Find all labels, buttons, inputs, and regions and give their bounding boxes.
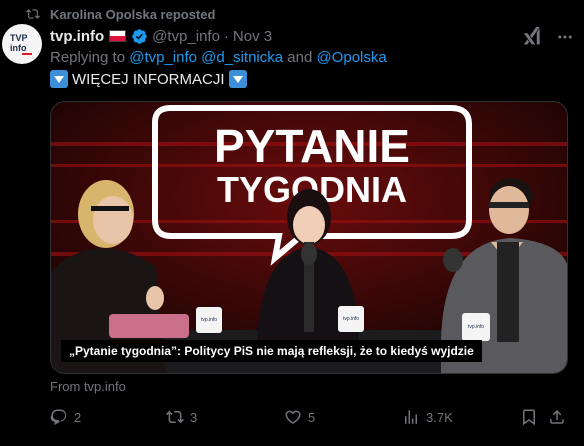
header-separator: · [223, 27, 229, 45]
views-chart-icon [405, 410, 417, 424]
replying-and: and [283, 49, 317, 66]
views-button[interactable]: 3.7K [402, 406, 453, 428]
repost-label: Karolina Opolska reposted [50, 6, 216, 22]
verified-badge-icon[interactable] [131, 28, 148, 45]
grok-icon[interactable] [522, 27, 542, 47]
mug-right-label: tvp.info [468, 324, 484, 330]
card-source[interactable]: From tvp.info [50, 379, 126, 394]
repost-button[interactable]: 3 [166, 406, 197, 428]
avatar-logo-top: TVP [10, 33, 28, 43]
video-thumbnail: PYTANIE TYGODNIA tvp.info tvp.info [51, 102, 567, 373]
media-title-line1: PYTANIE [214, 120, 410, 172]
reply-button[interactable]: 2 [50, 406, 81, 428]
reply-count: 2 [74, 409, 82, 425]
replying-prefix: Replying to [50, 49, 130, 66]
share-icon [550, 409, 564, 424]
mention-tvp-info[interactable]: @tvp_info [129, 49, 197, 66]
action-bar: 2 3 5 3.7K [50, 406, 570, 428]
reply-icon [50, 409, 67, 426]
post-date[interactable]: Nov 3 [233, 28, 272, 45]
avatar[interactable]: TVP info [2, 24, 42, 64]
mention-opolska[interactable]: @Opolska [316, 49, 386, 66]
mug-left: tvp.info [196, 307, 222, 333]
mug-right: tvp.info [462, 313, 490, 341]
heart-icon [285, 410, 301, 424]
more-options-icon[interactable] [555, 27, 575, 47]
author-handle[interactable]: @tvp_info [152, 28, 220, 45]
bookmark-button[interactable] [520, 406, 538, 428]
bookmark-icon [523, 409, 535, 426]
down-arrow-button-icon [50, 70, 68, 88]
repost-indicator[interactable]: Karolina Opolska reposted [26, 5, 215, 23]
mention-d-sitnicka[interactable]: @d_sitnicka [201, 49, 283, 66]
post-header: tvp.info @tvp_info · Nov 3 [50, 27, 272, 45]
share-button[interactable] [548, 406, 566, 428]
avatar-logo-bottom: info [10, 43, 27, 53]
video-media[interactable]: PYTANIE TYGODNIA tvp.info tvp.info [50, 101, 568, 374]
like-button[interactable]: 5 [284, 406, 315, 428]
mug-middle-label: tvp.info [343, 316, 359, 322]
video-caption: „Pytanie tygodnia”: Politycy PiS nie maj… [61, 340, 482, 362]
avatar-logo-bar [22, 53, 32, 55]
mug-middle: tvp.info [338, 306, 364, 332]
repost-icon [26, 9, 40, 19]
avatar-logo: TVP info [10, 33, 28, 53]
post-text-content: WIĘCEJ INFORMACJI [72, 70, 225, 88]
post-text: WIĘCEJ INFORMACJI [50, 70, 247, 88]
down-arrow-button-icon [228, 70, 247, 88]
poland-flag-icon [109, 30, 127, 42]
mug-left-label: tvp.info [201, 317, 217, 323]
author-name[interactable]: tvp.info [50, 28, 104, 45]
views-count: 3.7K [426, 409, 453, 425]
repost-icon [166, 410, 184, 424]
like-count: 5 [308, 409, 316, 425]
replying-to: Replying to @tvp_info @d_sitnicka and @O… [50, 49, 387, 66]
repost-count: 3 [190, 409, 198, 425]
